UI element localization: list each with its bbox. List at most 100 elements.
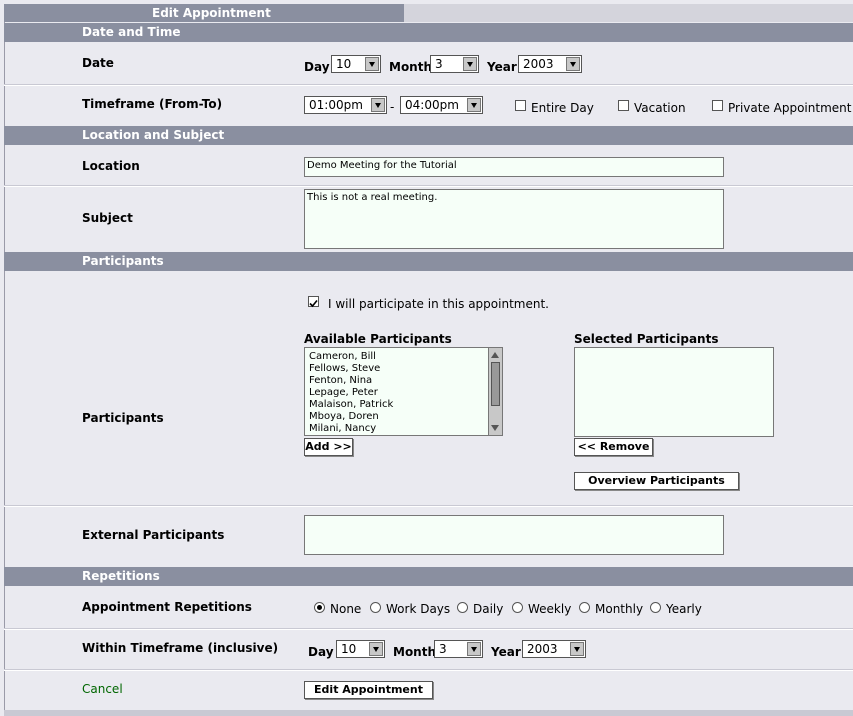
entire-day-label: Entire Day — [531, 101, 594, 115]
list-item[interactable]: Mboya, Doren — [305, 411, 502, 423]
chevron-down-icon — [566, 57, 580, 71]
list-item[interactable]: Milani, Nancy — [305, 423, 502, 435]
chevron-down-icon — [467, 642, 481, 656]
date-year-value: 2003 — [523, 57, 554, 71]
date-label: Date — [82, 56, 114, 70]
private-appointment-label: Private Appointment — [728, 101, 852, 115]
available-participants-list[interactable]: Cameron, Bill Fellows, Steve Fenton, Nin… — [304, 347, 503, 436]
list-item[interactable]: Fellows, Steve — [305, 363, 502, 375]
section-location-subject: Location and Subject — [4, 126, 853, 145]
date-day-value: 10 — [336, 57, 352, 71]
checkmark-icon — [309, 299, 318, 308]
within-day-value: 10 — [341, 642, 357, 656]
time-from-value: 01:00pm — [309, 98, 363, 112]
available-list-scrollbar[interactable] — [488, 348, 502, 435]
section-participants-title: Participants — [82, 254, 164, 268]
section-participants: Participants — [4, 252, 853, 271]
row-separator — [4, 505, 853, 507]
row-separator — [4, 628, 853, 630]
list-item[interactable]: Fenton, Nina — [305, 375, 502, 387]
participants-label: Participants — [82, 411, 164, 425]
repetition-monthly-label: Monthly — [595, 602, 644, 616]
time-dash: - — [390, 100, 395, 114]
date-year-select[interactable]: 2003 — [518, 55, 582, 73]
within-year-select[interactable]: 2003 — [522, 640, 586, 658]
row-separator — [4, 84, 853, 86]
within-year-value: 2003 — [527, 642, 558, 656]
scroll-down-icon[interactable] — [489, 422, 501, 434]
vacation-label: Vacation — [634, 101, 686, 115]
remove-participant-button[interactable]: << Remove — [574, 438, 653, 456]
participate-label: I will participate in this appointment. — [328, 297, 549, 311]
scrollbar-thumb[interactable] — [491, 362, 500, 406]
external-participants-label: External Participants — [82, 528, 225, 542]
date-month-label: Month — [389, 60, 433, 74]
repetition-workdays-label: Work Days — [386, 602, 451, 616]
time-to-value: 04:00pm — [405, 98, 459, 112]
date-day-select[interactable]: 10 — [331, 55, 381, 73]
window-title-tab: Edit Appointment — [4, 4, 404, 22]
section-date-time: Date and Time — [4, 23, 853, 42]
repetition-daily-radio[interactable] — [457, 602, 468, 613]
chevron-down-icon — [467, 98, 481, 112]
section-location-subject-title: Location and Subject — [82, 128, 225, 142]
edit-appointment-button[interactable]: Edit Appointment — [304, 681, 433, 699]
date-day-label: Day — [304, 60, 330, 74]
repetition-none-label: None — [330, 602, 362, 616]
repetition-workdays-radio[interactable] — [370, 602, 381, 613]
repetition-yearly-label: Yearly — [666, 602, 702, 616]
section-repetitions-title: Repetitions — [82, 569, 160, 583]
date-month-value: 3 — [435, 57, 443, 71]
selected-participants-list[interactable] — [574, 347, 774, 437]
repetition-daily-label: Daily — [473, 602, 504, 616]
timeframe-label: Timeframe (From-To) — [82, 97, 223, 111]
date-month-select[interactable]: 3 — [430, 55, 479, 73]
external-participants-input[interactable] — [304, 515, 724, 555]
subject-textarea[interactable]: This is not a real meeting. — [304, 189, 724, 249]
chevron-down-icon — [463, 57, 477, 71]
within-timeframe-label: Within Timeframe (inclusive) — [82, 641, 279, 655]
repetition-none-radio[interactable] — [314, 602, 325, 613]
repetition-monthly-radio[interactable] — [579, 602, 590, 613]
scroll-up-icon[interactable] — [489, 349, 501, 361]
title-bar-filler — [404, 4, 853, 22]
location-label: Location — [82, 159, 140, 173]
appointment-repetitions-label: Appointment Repetitions — [82, 600, 252, 614]
vacation-checkbox[interactable] — [618, 100, 629, 111]
list-item[interactable]: Lepage, Peter — [305, 387, 502, 399]
within-month-value: 3 — [439, 642, 447, 656]
within-day-label: Day — [308, 645, 334, 659]
time-to-select[interactable]: 04:00pm — [400, 96, 483, 114]
within-day-select[interactable]: 10 — [336, 640, 385, 658]
repetition-weekly-label: Weekly — [528, 602, 572, 616]
section-repetitions: Repetitions — [4, 567, 853, 586]
repetition-yearly-radio[interactable] — [650, 602, 661, 613]
cancel-link[interactable]: Cancel — [82, 682, 123, 696]
selected-participants-title: Selected Participants — [574, 332, 719, 346]
chevron-down-icon — [371, 98, 385, 112]
bottom-bar — [4, 710, 853, 716]
list-item[interactable]: Malaison, Patrick — [305, 399, 502, 411]
add-participant-button[interactable]: Add >> — [304, 438, 353, 456]
row-separator — [4, 669, 853, 671]
location-input[interactable]: Demo Meeting for the Tutorial — [304, 157, 724, 177]
private-appointment-checkbox[interactable] — [712, 100, 723, 111]
row-separator — [4, 185, 853, 187]
within-month-select[interactable]: 3 — [434, 640, 483, 658]
window-title: Edit Appointment — [152, 6, 271, 20]
participate-checkbox[interactable] — [308, 296, 319, 308]
entire-day-checkbox[interactable] — [515, 100, 526, 111]
within-month-label: Month — [393, 645, 437, 659]
chevron-down-icon — [369, 642, 383, 656]
time-from-select[interactable]: 01:00pm — [304, 96, 387, 114]
date-year-label: Year — [487, 60, 517, 74]
section-date-time-title: Date and Time — [82, 25, 181, 39]
available-participants-title: Available Participants — [304, 332, 452, 346]
subject-label: Subject — [82, 211, 133, 225]
overview-participants-button[interactable]: Overview Participants — [574, 472, 739, 490]
repetition-weekly-radio[interactable] — [512, 602, 523, 613]
chevron-down-icon — [365, 57, 379, 71]
list-item[interactable]: Cameron, Bill — [305, 351, 502, 363]
within-year-label: Year — [491, 645, 521, 659]
chevron-down-icon — [570, 642, 584, 656]
